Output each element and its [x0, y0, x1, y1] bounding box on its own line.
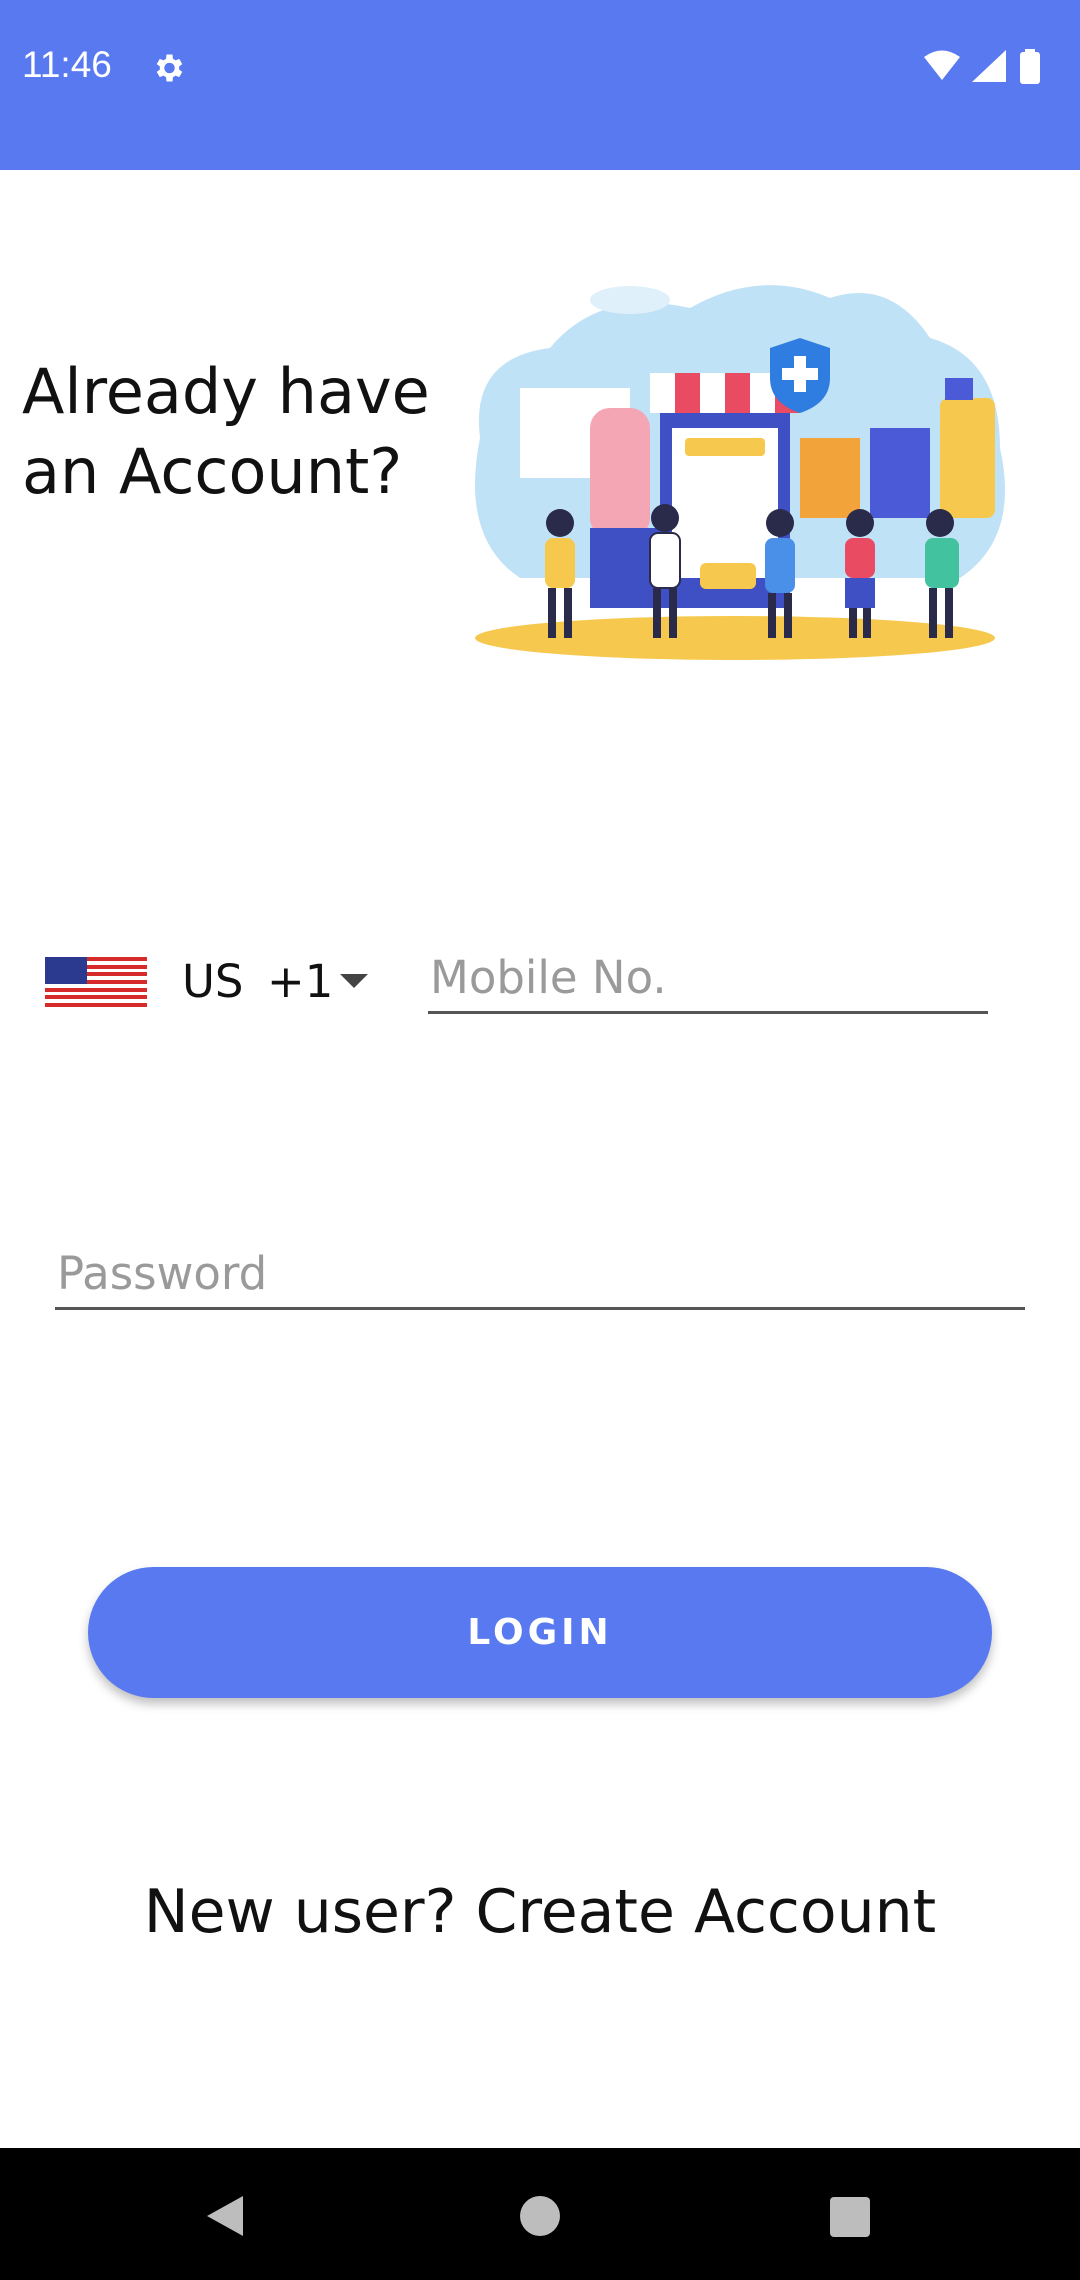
password-underline — [55, 1307, 1025, 1310]
wifi-icon — [924, 50, 960, 80]
mobile-input[interactable] — [428, 945, 992, 1009]
login-button[interactable]: LOGIN — [88, 1567, 992, 1698]
pharmacy-illustration — [475, 285, 1005, 660]
dial-code[interactable]: +1 — [267, 955, 333, 1008]
back-triangle-icon[interactable] — [205, 2194, 245, 2238]
home-circle-icon[interactable] — [520, 2196, 560, 2236]
gear-icon — [156, 54, 183, 82]
us-flag-icon[interactable] — [45, 957, 147, 1007]
country-code[interactable]: US — [182, 955, 244, 1008]
cell-signal-icon — [972, 50, 1006, 82]
recents-square-icon[interactable] — [830, 2197, 870, 2237]
password-input[interactable] — [55, 1240, 1029, 1306]
status-time: 11:46 — [22, 44, 112, 85]
status-bar: 11:46 — [0, 0, 1080, 170]
mobile-underline — [428, 1011, 988, 1014]
page-title: Already have an Account? — [22, 355, 430, 508]
chevron-down-icon[interactable] — [340, 974, 368, 988]
system-icons — [924, 49, 1040, 84]
battery-icon — [1020, 52, 1040, 84]
create-account-link[interactable]: New user? Create Account — [0, 1877, 1080, 1947]
